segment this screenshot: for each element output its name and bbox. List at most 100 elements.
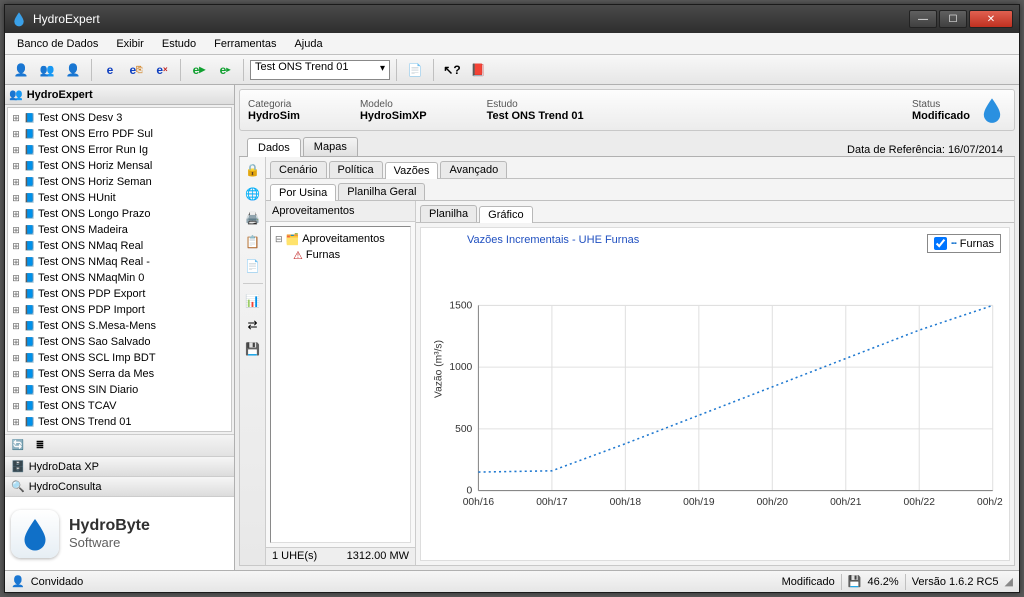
menu-banco-de-dados[interactable]: Banco de Dados (9, 36, 106, 52)
study-tree-item[interactable]: ⊞📘Test ONS SCL Imp BDT (10, 350, 229, 366)
study-tree-item[interactable]: ⊞📘Test ONS Desv 3 (10, 110, 229, 126)
study-tree-item[interactable]: ⊞📘Test ONS Horiz Seman (10, 174, 229, 190)
study-tree-item[interactable]: ⊞📘Test ONS NMaqMin 0 (10, 270, 229, 286)
study-tree-item[interactable]: ⊞📘Test ONS Trend 01 (10, 414, 229, 430)
tab-mapas[interactable]: Mapas (303, 137, 358, 156)
tool-person-group-icon[interactable]: 👤 (61, 58, 85, 82)
study-icon: 📘 (24, 368, 36, 380)
close-button[interactable]: ✕ (969, 10, 1013, 28)
tab-cenario[interactable]: Cenário (270, 161, 327, 178)
aproveitamentos-tree[interactable]: ⊟ 🗂️ Aproveitamentos ⚠ Furnas (270, 226, 411, 543)
study-icon: 📘 (24, 224, 36, 236)
side-icon-column: 🔒 🌐 🖨️ 📋 📄 📊 ⇄ 💾 (240, 157, 266, 565)
study-tree-item[interactable]: ⊞📘Test ONS Horiz Mensal (10, 158, 229, 174)
tab-grafico[interactable]: Gráfico (479, 206, 532, 223)
study-tree-item[interactable]: ⊞📘Test ONS S.Mesa-Mens (10, 318, 229, 334)
tool-e-delete-icon[interactable]: e× (150, 58, 174, 82)
menu-ajuda[interactable]: Ajuda (286, 36, 330, 52)
study-tree-item[interactable]: ⊞📘Test ONS Erro PDF Sul (10, 126, 229, 142)
study-icon: 📘 (24, 304, 36, 316)
svg-text:1000: 1000 (449, 362, 472, 373)
lock-icon[interactable]: 🔒 (244, 161, 262, 179)
tool-person-arrow-icon[interactable]: 👤 (9, 58, 33, 82)
info-strip: Categoria HydroSim Modelo HydroSimXP Est… (239, 89, 1015, 131)
tool-e-fast-icon[interactable]: e▸ (213, 58, 237, 82)
view-tabstrip: Planilha Gráfico (416, 201, 1014, 223)
tab-avancado[interactable]: Avançado (440, 161, 507, 178)
study-tree-item[interactable]: ⊞📘Test ONS Sao Salvado (10, 334, 229, 350)
study-tree-item[interactable]: ⊞📘Test ONS Error Run Ig (10, 142, 229, 158)
study-icon: 📘 (24, 176, 36, 188)
status-drop-icon (978, 96, 1006, 124)
tree-root-aproveitamentos[interactable]: ⊟ 🗂️ Aproveitamentos (275, 231, 406, 247)
tree-item-label: Test ONS NMaqMin 0 (38, 272, 144, 284)
tab-planilha-geral[interactable]: Planilha Geral (338, 183, 425, 200)
study-icon: 📘 (24, 336, 36, 348)
tree-item-label: Test ONS Erro PDF Sul (38, 128, 153, 140)
resize-grip-icon[interactable]: ◢ (1005, 575, 1013, 588)
tool-pointer-help-icon[interactable]: ↖? (440, 58, 464, 82)
hydrodata-section[interactable]: 🗄️ HydroData XP (5, 456, 234, 476)
estudo-label: Estudo (487, 99, 584, 110)
menu-estudo[interactable]: Estudo (154, 36, 204, 52)
study-tree-item[interactable]: ⊞📘Test ONS PDP Export (10, 286, 229, 302)
study-tree-item[interactable]: ⊞📘Test ONS Serra da Mes (10, 366, 229, 382)
tool-e-copy-icon[interactable]: e⎘ (124, 58, 148, 82)
study-selector-combo[interactable]: Test ONS Trend 01 (250, 60, 390, 80)
tool-book-help-icon[interactable]: 📕 (466, 58, 490, 82)
legend-swatch-icon: ··· (951, 238, 956, 250)
chart-bar-icon[interactable]: 📊 (244, 292, 262, 310)
menu-exibir[interactable]: Exibir (108, 36, 152, 52)
tab-por-usina[interactable]: Por Usina (270, 184, 336, 201)
status-value: Modificado (912, 110, 970, 122)
tab-planilha[interactable]: Planilha (420, 205, 477, 222)
study-tree-item[interactable]: ⊞📘Test ONS NMaq Real (10, 238, 229, 254)
tree-item-label: Test ONS Horiz Seman (38, 176, 152, 188)
tool-e-play-icon[interactable]: e▶ (187, 58, 211, 82)
tree-item-label: Test ONS Madeira (38, 224, 128, 236)
tool-person-edit-icon[interactable]: 👥 (35, 58, 59, 82)
save-disk-icon[interactable]: 💾 (244, 340, 262, 358)
study-tree-item[interactable]: ⊞📘Test ONS SIN Diario (10, 382, 229, 398)
study-icon: 📘 (24, 208, 36, 220)
study-tree-item[interactable]: ⊞📘Test ONS PDP Import (10, 302, 229, 318)
printer-icon[interactable]: 🖨️ (244, 209, 262, 227)
tree-item-furnas[interactable]: ⚠ Furnas (275, 247, 406, 263)
tab-politica[interactable]: Política (329, 161, 383, 178)
study-tree-item[interactable]: ⊞📘Test ONS TCAV (10, 398, 229, 414)
statusbar: 👤 Convidado Modificado 💾 46.2% Versão 1.… (5, 570, 1019, 592)
execute-icon[interactable]: 📄 (244, 257, 262, 275)
tool-report-icon[interactable]: 📄 (403, 58, 427, 82)
maximize-button[interactable]: ☐ (939, 10, 967, 28)
disk-icon: 💾 (848, 575, 862, 588)
study-tree[interactable]: ⊞📘Test ONS Desv 3⊞📘Test ONS Erro PDF Sul… (7, 107, 232, 432)
estudo-value: Test ONS Trend 01 (487, 110, 584, 122)
main-tabstrip: Dados Mapas Data de Referência: 16/07/20… (239, 135, 1015, 157)
world-icon[interactable]: 🌐 (244, 185, 262, 203)
menu-ferramentas[interactable]: Ferramentas (206, 36, 284, 52)
tree-item-label: Test ONS Horiz Mensal (38, 160, 152, 172)
tree-item-label: Test ONS SCL Imp BDT (38, 352, 156, 364)
hydroconsulta-section[interactable]: 🔍 HydroConsulta (5, 476, 234, 496)
study-tree-item[interactable]: ⊞📘Test ONS Longo Prazo (10, 206, 229, 222)
tab-vazoes[interactable]: Vazões (385, 162, 439, 179)
tool-e-blue-icon[interactable]: e (98, 58, 122, 82)
tab-dados[interactable]: Dados (247, 138, 301, 157)
refresh-icon[interactable]: 🔄 (9, 437, 27, 455)
study-tree-item[interactable]: ⊞📘Test ONS HUnit (10, 190, 229, 206)
columns-icon[interactable]: ≣ (31, 437, 49, 455)
tree-toolbar: 🔄 ≣ (5, 434, 234, 456)
modelo-label: Modelo (360, 99, 427, 110)
minimize-button[interactable]: — (909, 10, 937, 28)
study-icon: 📘 (24, 272, 36, 284)
legend-checkbox-furnas[interactable] (934, 237, 947, 250)
brand-name: HydroByte (69, 517, 150, 535)
titlebar: HydroExpert — ☐ ✕ (5, 5, 1019, 33)
slider-icon[interactable]: ⇄ (244, 316, 262, 334)
reference-date: Data de Referência: 16/07/2014 (847, 144, 1007, 156)
study-icon: 📘 (24, 352, 36, 364)
study-tree-item[interactable]: ⊞📘Test ONS NMaq Real - (10, 254, 229, 270)
study-tree-item[interactable]: ⊞📘Test ONS Madeira (10, 222, 229, 238)
navigator-header[interactable]: 👥 HydroExpert (5, 85, 234, 105)
clipboard-icon[interactable]: 📋 (244, 233, 262, 251)
